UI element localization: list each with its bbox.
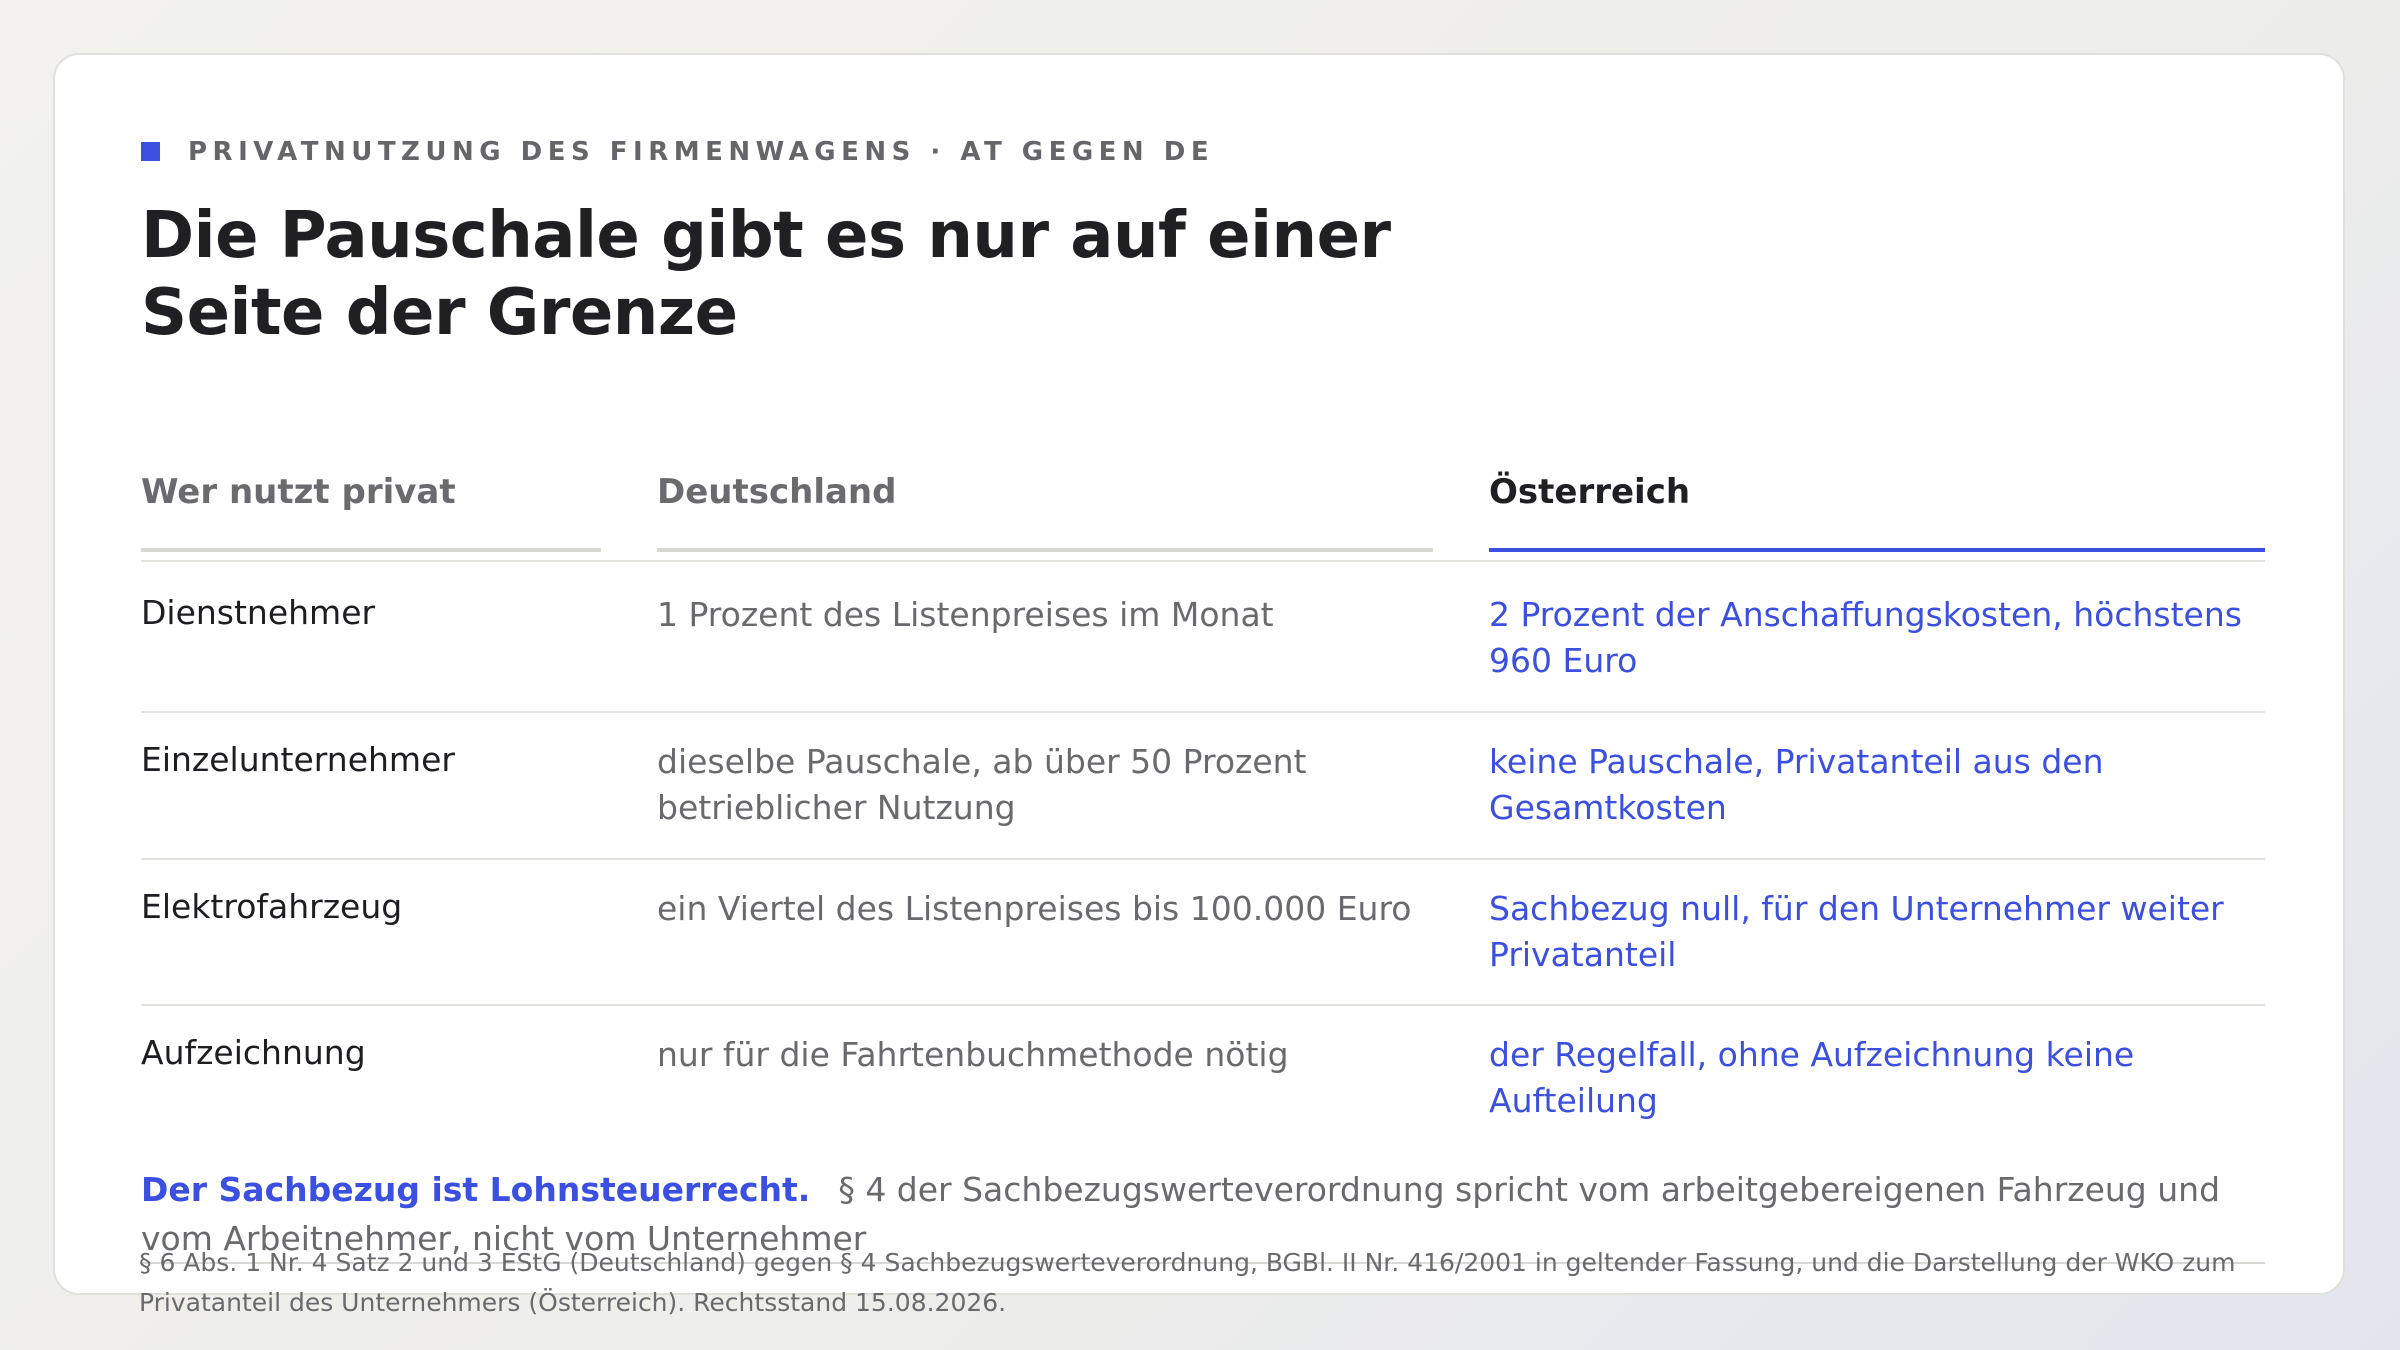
header-divider — [141, 560, 2265, 562]
cell-austria-elektrofahrzeug: Sachbezug null, für den Unternehmer weit… — [1489, 889, 2224, 974]
column-header-germany: Deutschland — [657, 472, 897, 512]
column-header-usage: Wer nutzt privat — [141, 472, 456, 512]
accent-square-icon — [141, 141, 160, 161]
row-divider — [141, 711, 2265, 713]
column-header-austria: Österreich — [1489, 472, 1691, 512]
row-divider — [141, 1004, 2265, 1006]
title-line-2: Seite der Grenze — [141, 276, 738, 350]
kicker: PRIVATNUTZUNG DES FIRMENWAGENS · AT GEGE… — [141, 137, 1214, 167]
content-card: PRIVATNUTZUNG DES FIRMENWAGENS · AT GEGE… — [53, 53, 2345, 1295]
kicker-text: PRIVATNUTZUNG DES FIRMENWAGENS · AT GEGE… — [188, 137, 1215, 167]
page-title: Die Pauschale gibt es nur auf einer Seit… — [141, 198, 1441, 352]
column-underline-germany — [657, 548, 1433, 552]
source-footnote: § 6 Abs. 1 Nr. 4 Satz 2 und 3 EStG (Deut… — [139, 1248, 2236, 1317]
note-highlight: Der Sachbezug ist Lohnsteuerrecht. — [141, 1170, 811, 1209]
row-label-elektrofahrzeug: Elektrofahrzeug — [141, 887, 403, 926]
cell-germany-elektrofahrzeug: ein Viertel des Listenpreises bis 100.00… — [657, 889, 1412, 928]
row-label-einzelunternehmer: Einzelunternehmer — [141, 740, 455, 779]
cell-austria-dienstnehmer: 2 Prozent der Anschaffungskosten, höchst… — [1489, 595, 2242, 680]
column-underline-usage — [141, 548, 601, 552]
cell-austria-aufzeichnung: der Regelfall, ohne Aufzeichnung keine A… — [1489, 1035, 2135, 1120]
row-label-aufzeichnung: Aufzeichnung — [141, 1033, 366, 1072]
cell-austria-einzelunternehmer: keine Pauschale, Privatanteil aus den Ge… — [1489, 742, 2104, 827]
column-underline-austria — [1489, 548, 2265, 552]
row-divider — [141, 858, 2265, 860]
cell-germany-einzelunternehmer: dieselbe Pauschale, ab über 50 Prozent b… — [657, 742, 1307, 827]
row-label-dienstnehmer: Dienstnehmer — [141, 593, 376, 632]
title-line-1: Die Pauschale gibt es nur auf einer — [141, 199, 1391, 273]
cell-germany-dienstnehmer: 1 Prozent des Listenpreises im Monat — [657, 595, 1274, 634]
cell-germany-aufzeichnung: nur für die Fahrtenbuchmethode nötig — [657, 1035, 1289, 1074]
